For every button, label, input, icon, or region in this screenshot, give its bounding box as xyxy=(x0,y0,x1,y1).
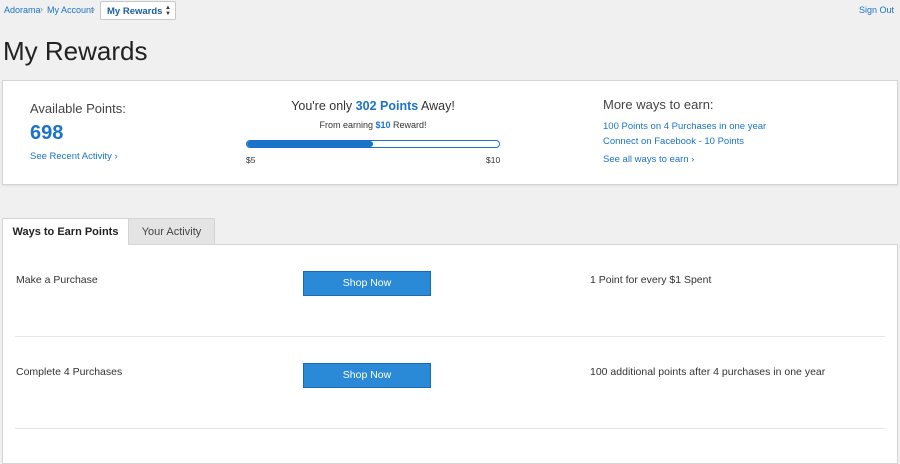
see-all-ways-link[interactable]: See all ways to earn › xyxy=(603,154,694,165)
reward-progress-bar xyxy=(246,140,500,148)
sign-out-link[interactable]: Sign Out xyxy=(859,5,894,15)
progress-subheading: From earning $10 Reward! xyxy=(319,120,427,130)
points-summary-card: Available Points: 698 See Recent Activit… xyxy=(2,80,898,185)
chevron-down-icon: ▼ xyxy=(165,11,171,17)
more-ways-title: More ways to earn: xyxy=(603,97,714,112)
shop-now-button[interactable]: Shop Now xyxy=(303,363,431,388)
more-ways-link-facebook[interactable]: Connect on Facebook - 10 Points xyxy=(603,136,744,147)
reward-amount: $10 xyxy=(375,120,391,130)
progress-max-label: $10 xyxy=(486,155,501,165)
progress-min-label: $5 xyxy=(246,155,256,165)
earn-row-description: 100 additional points after 4 purchases … xyxy=(590,366,826,378)
tab-your-activity[interactable]: Your Activity xyxy=(129,218,215,245)
earn-row-description: 1 Point for every $1 Spent xyxy=(590,274,712,286)
breadcrumb-my-account[interactable]: My Account xyxy=(47,5,94,15)
points-away-value: 302 Points xyxy=(355,99,419,113)
top-bar: Adorama › My Account › My Rewards ▲ ▼ Si… xyxy=(0,0,900,22)
select-arrows-icon: ▲ ▼ xyxy=(165,5,171,17)
breadcrumb-adorama[interactable]: Adorama xyxy=(4,5,41,15)
list-item: Make a Purchase Shop Now 1 Point for eve… xyxy=(3,245,897,337)
breadcrumb-separator: › xyxy=(92,4,95,14)
available-points-label: Available Points: xyxy=(30,101,126,116)
ways-to-earn-panel: Make a Purchase Shop Now 1 Point for eve… xyxy=(2,244,898,464)
earn-row-title: Make a Purchase xyxy=(16,274,98,286)
tab-ways-to-earn[interactable]: Ways to Earn Points xyxy=(2,218,129,245)
row-divider xyxy=(15,428,885,429)
breadcrumb-rewards-select[interactable]: My Rewards ▲ ▼ xyxy=(100,1,176,20)
earn-row-title: Complete 4 Purchases xyxy=(16,366,123,378)
see-recent-activity-link[interactable]: See Recent Activity › xyxy=(30,151,118,162)
progress-heading: You're only 302 Points Away! xyxy=(291,99,455,113)
more-ways-link-purchases[interactable]: 100 Points on 4 Purchases in one year xyxy=(603,121,766,132)
page-title: My Rewards xyxy=(3,36,148,66)
available-points-value: 698 xyxy=(30,122,64,144)
select-value: My Rewards xyxy=(107,6,163,17)
reward-progress-fill xyxy=(247,141,373,147)
shop-now-button[interactable]: Shop Now xyxy=(303,271,431,296)
list-item: Complete 4 Purchases Shop Now 100 additi… xyxy=(3,337,897,429)
breadcrumb-separator: › xyxy=(40,4,43,14)
